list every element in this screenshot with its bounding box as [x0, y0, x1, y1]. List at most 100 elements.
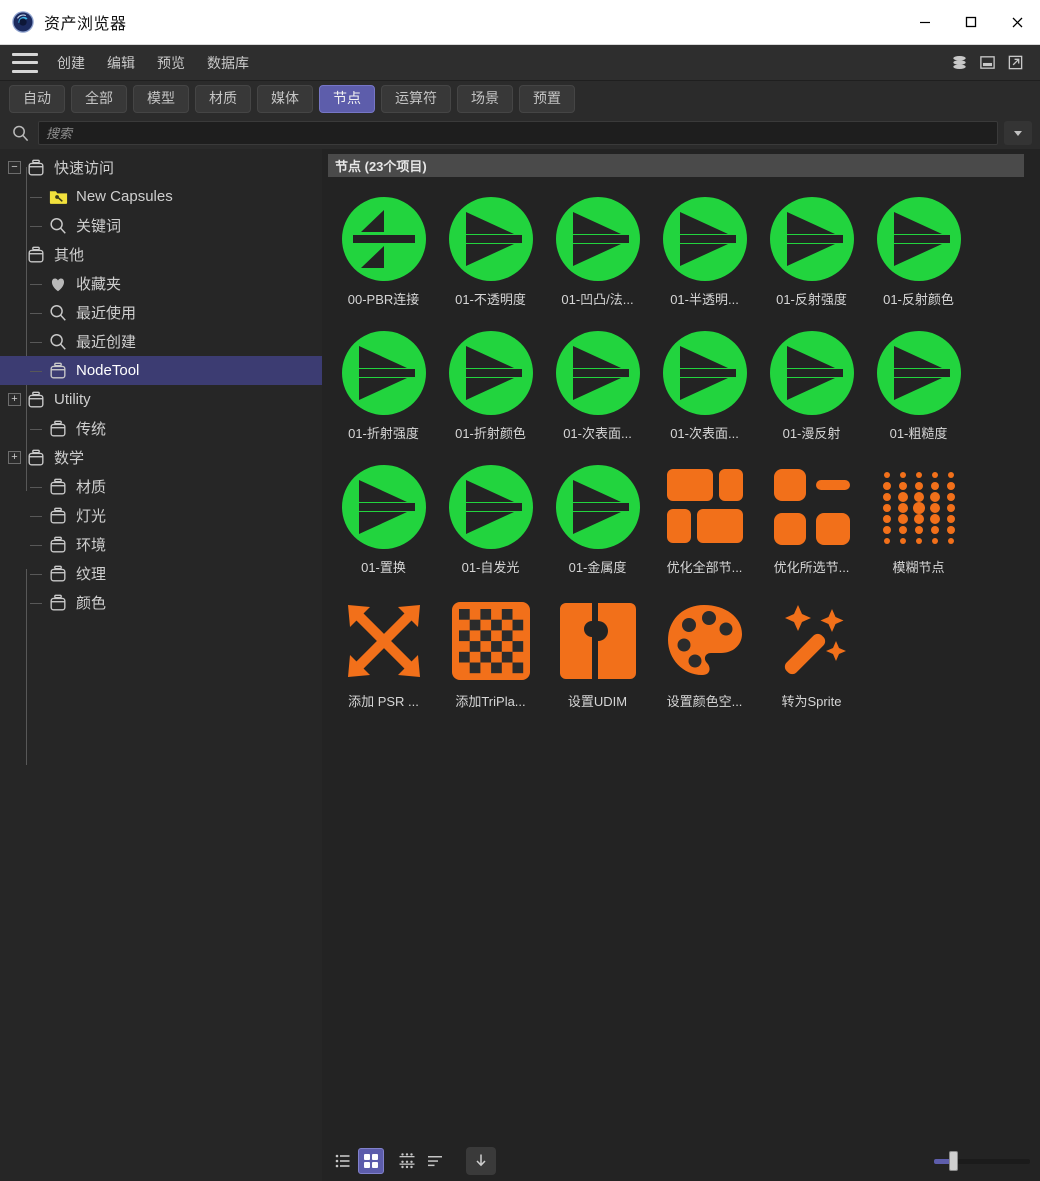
- asset-label: 转为Sprite: [781, 694, 842, 709]
- sidebar-item-14[interactable]: 纹理: [0, 559, 322, 588]
- sidebar-item-0[interactable]: − 快速访问: [0, 153, 322, 182]
- external-link-icon[interactable]: [1002, 50, 1028, 76]
- zoom-slider-handle[interactable]: [949, 1151, 959, 1171]
- menu-preview[interactable]: 预览: [146, 49, 196, 77]
- node-split-icon: [340, 195, 428, 283]
- capsule-icon: [47, 360, 69, 382]
- tab-8[interactable]: 预置: [519, 84, 575, 114]
- content-pane: 节点 (23个项目) 00-PBR连接 01-不透明度 01-凹凸/法... 01-半…: [322, 149, 1040, 1181]
- capsule-icon: [25, 157, 47, 179]
- sidebar-item-2[interactable]: 关键词: [0, 211, 322, 240]
- expand-icon[interactable]: +: [8, 393, 21, 406]
- tab-4[interactable]: 媒体: [257, 84, 313, 114]
- asset-cell[interactable]: 00-PBR连接: [330, 191, 437, 325]
- asset-cell[interactable]: 01-漫反射: [758, 325, 865, 459]
- database-icon[interactable]: [946, 50, 972, 76]
- tab-0[interactable]: 自动: [9, 84, 65, 114]
- asset-label: 01-反射颜色: [883, 292, 954, 307]
- asset-cell[interactable]: 01-凹凸/法...: [544, 191, 651, 325]
- search-input[interactable]: [38, 121, 998, 145]
- tree-elbow: [30, 219, 43, 232]
- tab-3[interactable]: 材质: [195, 84, 251, 114]
- asset-cell[interactable]: 设置UDIM: [544, 593, 651, 727]
- asset-cell[interactable]: 01-次表面...: [651, 325, 758, 459]
- asset-cell[interactable]: 优化所选节...: [758, 459, 865, 593]
- menu-create[interactable]: 创建: [46, 49, 96, 77]
- sidebar-item-label: 数学: [54, 450, 85, 467]
- asset-cell[interactable]: 01-半透明...: [651, 191, 758, 325]
- asset-cell[interactable]: 转为Sprite: [758, 593, 865, 727]
- asset-cell[interactable]: 设置颜色空...: [651, 593, 758, 727]
- sidebar-item-3[interactable]: +其他: [0, 240, 322, 269]
- list-view-button[interactable]: [330, 1148, 356, 1174]
- sidebar-item-label: Utility: [54, 391, 91, 408]
- maximize-button[interactable]: [948, 0, 994, 44]
- asset-label: 01-不透明度: [455, 292, 526, 307]
- sidebar-tree: −快速访问New Capsules关键词+其他收藏夹最近使用最近创建NodeTo…: [0, 149, 322, 1181]
- asset-cell[interactable]: 优化全部节...: [651, 459, 758, 593]
- sidebar-item-6[interactable]: 最近创建: [0, 327, 322, 356]
- window-title: 资产浏览器: [44, 16, 127, 33]
- asset-cell[interactable]: 01-反射颜色: [865, 191, 972, 325]
- tree-elbow: [30, 277, 43, 290]
- sidebar-item-5[interactable]: 最近使用: [0, 298, 322, 327]
- asset-cell[interactable]: 01-次表面...: [544, 325, 651, 459]
- asset-cell[interactable]: 01-金属度: [544, 459, 651, 593]
- tab-5[interactable]: 节点: [319, 84, 375, 114]
- sidebar-item-7[interactable]: NodeTool: [0, 356, 322, 385]
- node-arrow-icon: [340, 329, 428, 417]
- panel-icon[interactable]: [974, 50, 1000, 76]
- asset-cell[interactable]: 添加TriPla...: [437, 593, 544, 727]
- detail-view-button[interactable]: [394, 1148, 420, 1174]
- node-arrow-icon: [340, 463, 428, 551]
- sidebar-item-13[interactable]: 环境: [0, 530, 322, 559]
- sidebar-item-1[interactable]: New Capsules: [0, 182, 322, 211]
- sidebar-item-11[interactable]: 材质: [0, 472, 322, 501]
- sort-button[interactable]: [422, 1148, 448, 1174]
- capsule-icon: [25, 244, 47, 266]
- magnifier-icon: [47, 215, 69, 237]
- asset-cell[interactable]: 01-自发光: [437, 459, 544, 593]
- grid-view-button[interactable]: [358, 1148, 384, 1174]
- folder-key-icon: [47, 186, 69, 208]
- chevron-down-icon[interactable]: [1004, 121, 1032, 145]
- sidebar-item-label: 关键词: [76, 218, 122, 235]
- magnifier-icon: [47, 331, 69, 353]
- tab-7[interactable]: 场景: [457, 84, 513, 114]
- asset-cell[interactable]: 01-折射颜色: [437, 325, 544, 459]
- capsule-icon: [47, 476, 69, 498]
- asset-cell[interactable]: 添加 PSR ...: [330, 593, 437, 727]
- tree-elbow: [30, 306, 43, 319]
- asset-label: 01-反射强度: [776, 292, 847, 307]
- asset-cell[interactable]: 01-置换: [330, 459, 437, 593]
- close-button[interactable]: [994, 0, 1040, 44]
- menu-database[interactable]: 数据库: [196, 49, 260, 77]
- node-arrow-icon: [447, 329, 535, 417]
- sidebar-item-12[interactable]: 灯光: [0, 501, 322, 530]
- asset-cell[interactable]: 01-不透明度: [437, 191, 544, 325]
- tab-1[interactable]: 全部: [71, 84, 127, 114]
- asset-label: 优化所选节...: [773, 560, 850, 575]
- capsule-icon: [47, 505, 69, 527]
- expand-icon[interactable]: +: [8, 451, 21, 464]
- sidebar-item-label: 其他: [54, 247, 85, 264]
- sidebar-item-15[interactable]: 颜色: [0, 588, 322, 617]
- sidebar-item-8[interactable]: + Utility: [0, 385, 322, 414]
- asset-label: 添加 PSR ...: [348, 694, 419, 709]
- hamburger-menu-icon[interactable]: [12, 52, 38, 73]
- asset-cell[interactable]: 01-粗糙度: [865, 325, 972, 459]
- asset-label: 01-漫反射: [782, 426, 841, 441]
- tab-2[interactable]: 模型: [133, 84, 189, 114]
- sidebar-item-9[interactable]: 传统: [0, 414, 322, 443]
- sidebar-item-10[interactable]: + 数学: [0, 443, 322, 472]
- asset-cell[interactable]: 模糊节点: [865, 459, 972, 593]
- download-arrow-icon[interactable]: [466, 1147, 496, 1175]
- collapse-icon[interactable]: −: [8, 161, 21, 174]
- sidebar-item-4[interactable]: 收藏夹: [0, 269, 322, 298]
- tab-6[interactable]: 运算符: [381, 84, 451, 114]
- zoom-slider[interactable]: [934, 1148, 1030, 1174]
- asset-cell[interactable]: 01-反射强度: [758, 191, 865, 325]
- minimize-button[interactable]: [902, 0, 948, 44]
- asset-cell[interactable]: 01-折射强度: [330, 325, 437, 459]
- menu-edit[interactable]: 编辑: [96, 49, 146, 77]
